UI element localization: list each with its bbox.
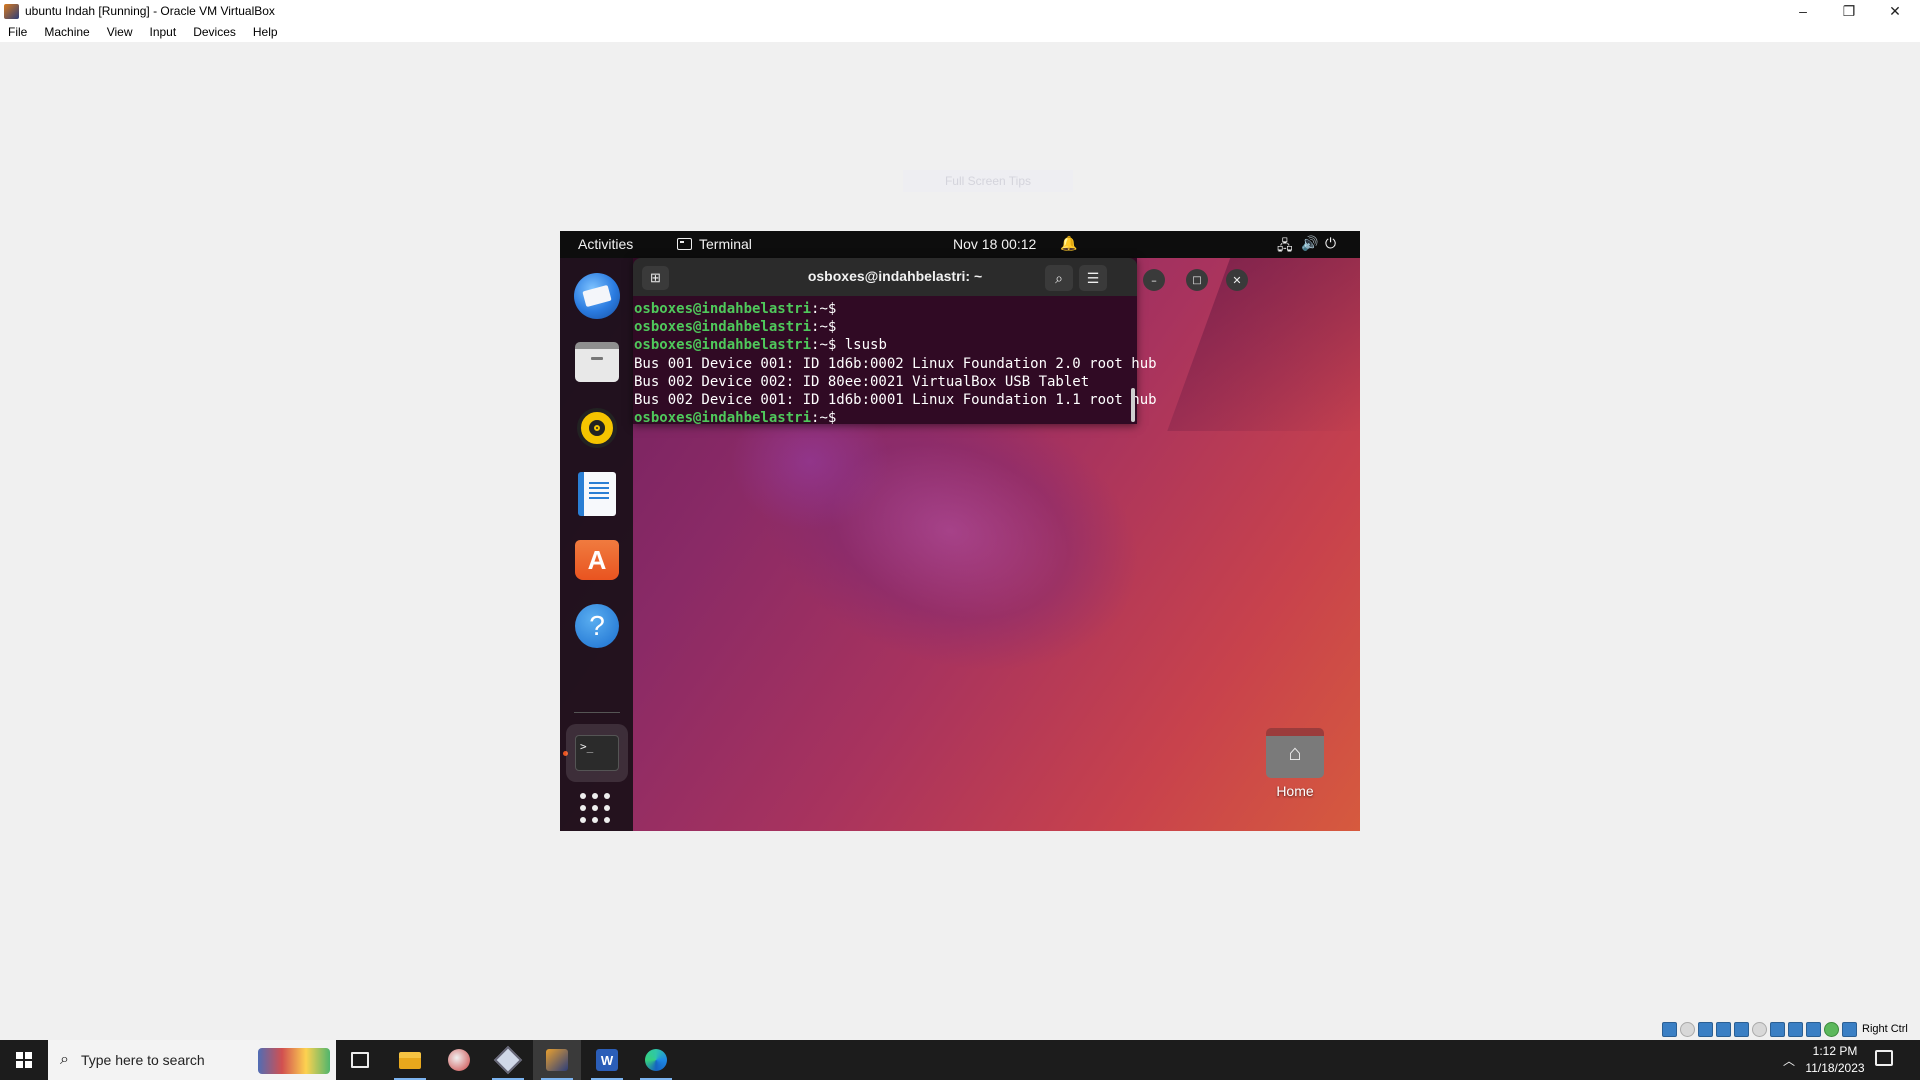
host-menubar: File Machine View Input Devices Help xyxy=(0,22,1920,42)
terminal-window[interactable]: ⊞ osboxes@indahbelastri: ~ ⌕ ☰ osboxes@i… xyxy=(633,258,1157,427)
vm-screen[interactable]: Activities Terminal Nov 18 00:12 🔔 🖧 🔊 ⏻… xyxy=(560,231,1360,831)
terminal-close-button[interactable]: ✕ xyxy=(1226,269,1248,291)
host-titlebar: ubuntu Indah [Running] - Oracle VM Virtu… xyxy=(0,0,1920,22)
cpu-icon[interactable] xyxy=(1806,1021,1821,1037)
home-folder-label: Home xyxy=(1276,783,1314,799)
edge-icon xyxy=(645,1049,667,1071)
ubuntu-dock: A ? >_ xyxy=(560,258,633,831)
notification-center-icon[interactable] xyxy=(1875,1050,1893,1066)
search-icon[interactable]: ⌕ xyxy=(1045,265,1073,291)
taskbar-3d-app-button[interactable] xyxy=(484,1040,532,1080)
file-explorer-icon xyxy=(399,1051,421,1069)
terminal-line: Bus 002 Device 002: ID 80ee:0021 Virtual… xyxy=(634,373,1090,390)
word-icon: W xyxy=(596,1049,618,1071)
taskbar-search[interactable]: ⌕ Type here to search xyxy=(48,1040,336,1080)
terminal-line: Bus 001 Device 001: ID 1d6b:0002 Linux F… xyxy=(634,355,1157,372)
optical-drive-icon[interactable] xyxy=(1680,1021,1695,1037)
usb-icon[interactable] xyxy=(1734,1021,1749,1037)
shared-folders-icon[interactable] xyxy=(1752,1021,1767,1037)
network-adapter-icon[interactable] xyxy=(1716,1021,1731,1037)
thunderbird-mail-icon[interactable] xyxy=(573,272,621,320)
rhythmbox-icon[interactable] xyxy=(573,404,621,452)
close-button[interactable]: ✕ xyxy=(1872,0,1918,22)
terminal-line: Bus 002 Device 001: ID 1d6b:0001 Linux F… xyxy=(634,392,1157,409)
menu-devices[interactable]: Devices xyxy=(193,25,236,39)
recording-icon[interactable] xyxy=(1788,1021,1803,1037)
windows-logo-icon xyxy=(16,1052,32,1068)
terminal-maximize-button[interactable]: □ xyxy=(1186,269,1208,291)
virtualbox-icon xyxy=(546,1049,568,1071)
app-menu-label: Terminal xyxy=(699,236,752,252)
search-icon: ⌕ xyxy=(60,1051,69,1068)
taskbar-virtualbox-button[interactable] xyxy=(533,1040,581,1080)
terminal-minimize-button[interactable]: – xyxy=(1143,269,1165,291)
ubuntu-topbar: Activities Terminal Nov 18 00:12 🔔 🖧 🔊 ⏻ xyxy=(560,231,1360,258)
guest-additions-icon[interactable] xyxy=(1824,1021,1839,1037)
window-title: ubuntu Indah [Running] - Oracle VM Virtu… xyxy=(25,4,275,18)
libreoffice-writer-icon[interactable] xyxy=(573,470,621,518)
fullscreen-hint: Full Screen Tips xyxy=(903,170,1073,192)
taskbar-word-button[interactable]: W xyxy=(583,1040,631,1080)
taskbar-app-button[interactable] xyxy=(435,1040,483,1080)
minimize-button[interactable]: – xyxy=(1780,0,1826,22)
volume-icon[interactable]: 🔊 xyxy=(1301,235,1318,252)
terminal-output[interactable]: osboxes@indahbelastri:~$ osboxes@indahbel… xyxy=(633,296,1157,427)
home-folder-icon: ⌂ xyxy=(1266,728,1324,778)
mouse-integration-icon[interactable] xyxy=(1842,1021,1857,1037)
file-explorer-button[interactable] xyxy=(386,1040,434,1080)
menu-help[interactable]: Help xyxy=(253,25,278,39)
topbar-clock[interactable]: Nov 18 00:12 xyxy=(953,236,1036,252)
cube-app-icon xyxy=(493,1045,523,1075)
terminal-glyph: >_ xyxy=(575,735,619,771)
task-view-icon xyxy=(351,1052,369,1068)
network-icon[interactable]: 🖧 xyxy=(1277,235,1293,259)
files-icon[interactable] xyxy=(573,338,621,386)
search-placeholder: Type here to search xyxy=(80,1052,205,1068)
search-highlight-icon[interactable] xyxy=(258,1048,330,1074)
terminal-line: osboxes@indahbelastri:~$ xyxy=(634,301,837,317)
app-center-glyph: A xyxy=(575,540,619,580)
menu-machine[interactable]: Machine xyxy=(44,25,89,39)
app-menu-terminal[interactable]: Terminal xyxy=(677,236,752,252)
help-icon[interactable]: ? xyxy=(573,602,621,650)
virtualbox-app-icon xyxy=(4,3,19,19)
terminal-line: osboxes@indahbelastri:~$ xyxy=(634,410,837,427)
power-icon[interactable]: ⏻ xyxy=(1325,235,1336,252)
app-center-icon[interactable]: A xyxy=(573,536,621,584)
menu-file[interactable]: File xyxy=(8,25,27,39)
start-button[interactable] xyxy=(0,1040,48,1080)
tray-overflow-chevron-icon[interactable]: ︿ xyxy=(1783,1040,1795,1080)
show-apps-icon[interactable] xyxy=(580,793,614,827)
task-view-button[interactable] xyxy=(336,1040,384,1080)
vbox-status-bar: Right Ctrl xyxy=(1662,1020,1908,1038)
menu-input[interactable]: Input xyxy=(150,25,177,39)
terminal-icon[interactable]: >_ xyxy=(566,724,628,782)
terminal-line: osboxes@indahbelastri:~$ xyxy=(634,319,837,336)
taskbar-time: 1:12 PM xyxy=(1812,1044,1858,1058)
help-glyph: ? xyxy=(575,604,619,648)
terminal-scrollbar[interactable] xyxy=(1131,388,1135,422)
hard-disk-icon[interactable] xyxy=(1662,1021,1677,1037)
bell-icon[interactable]: 🔔 xyxy=(1060,235,1077,252)
audio-icon[interactable] xyxy=(1698,1021,1713,1037)
taskbar-date: 11/18/2023 xyxy=(1805,1061,1865,1075)
display-icon[interactable] xyxy=(1770,1021,1785,1037)
host-key-label: Right Ctrl xyxy=(1862,1023,1908,1035)
app-icon xyxy=(448,1049,470,1071)
terminal-small-icon xyxy=(677,238,692,250)
activities-button[interactable]: Activities xyxy=(578,236,633,252)
taskbar-clock[interactable]: 1:12 PM 11/18/2023 xyxy=(1800,1043,1870,1077)
dock-separator xyxy=(574,712,620,713)
menu-view[interactable]: View xyxy=(107,25,133,39)
restore-button[interactable]: ❐ xyxy=(1826,0,1872,22)
taskbar-edge-button[interactable] xyxy=(632,1040,680,1080)
terminal-line: osboxes@indahbelastri:~$ lsusb xyxy=(634,337,887,354)
terminal-headerbar[interactable]: ⊞ osboxes@indahbelastri: ~ ⌕ ☰ xyxy=(633,258,1137,296)
hamburger-menu-icon[interactable]: ☰ xyxy=(1079,265,1107,291)
windows-taskbar: ⌕ Type here to search W ︿ 1:12 PM 11/18/… xyxy=(0,1040,1920,1080)
desktop-home-folder[interactable]: ⌂ Home xyxy=(1260,728,1330,799)
